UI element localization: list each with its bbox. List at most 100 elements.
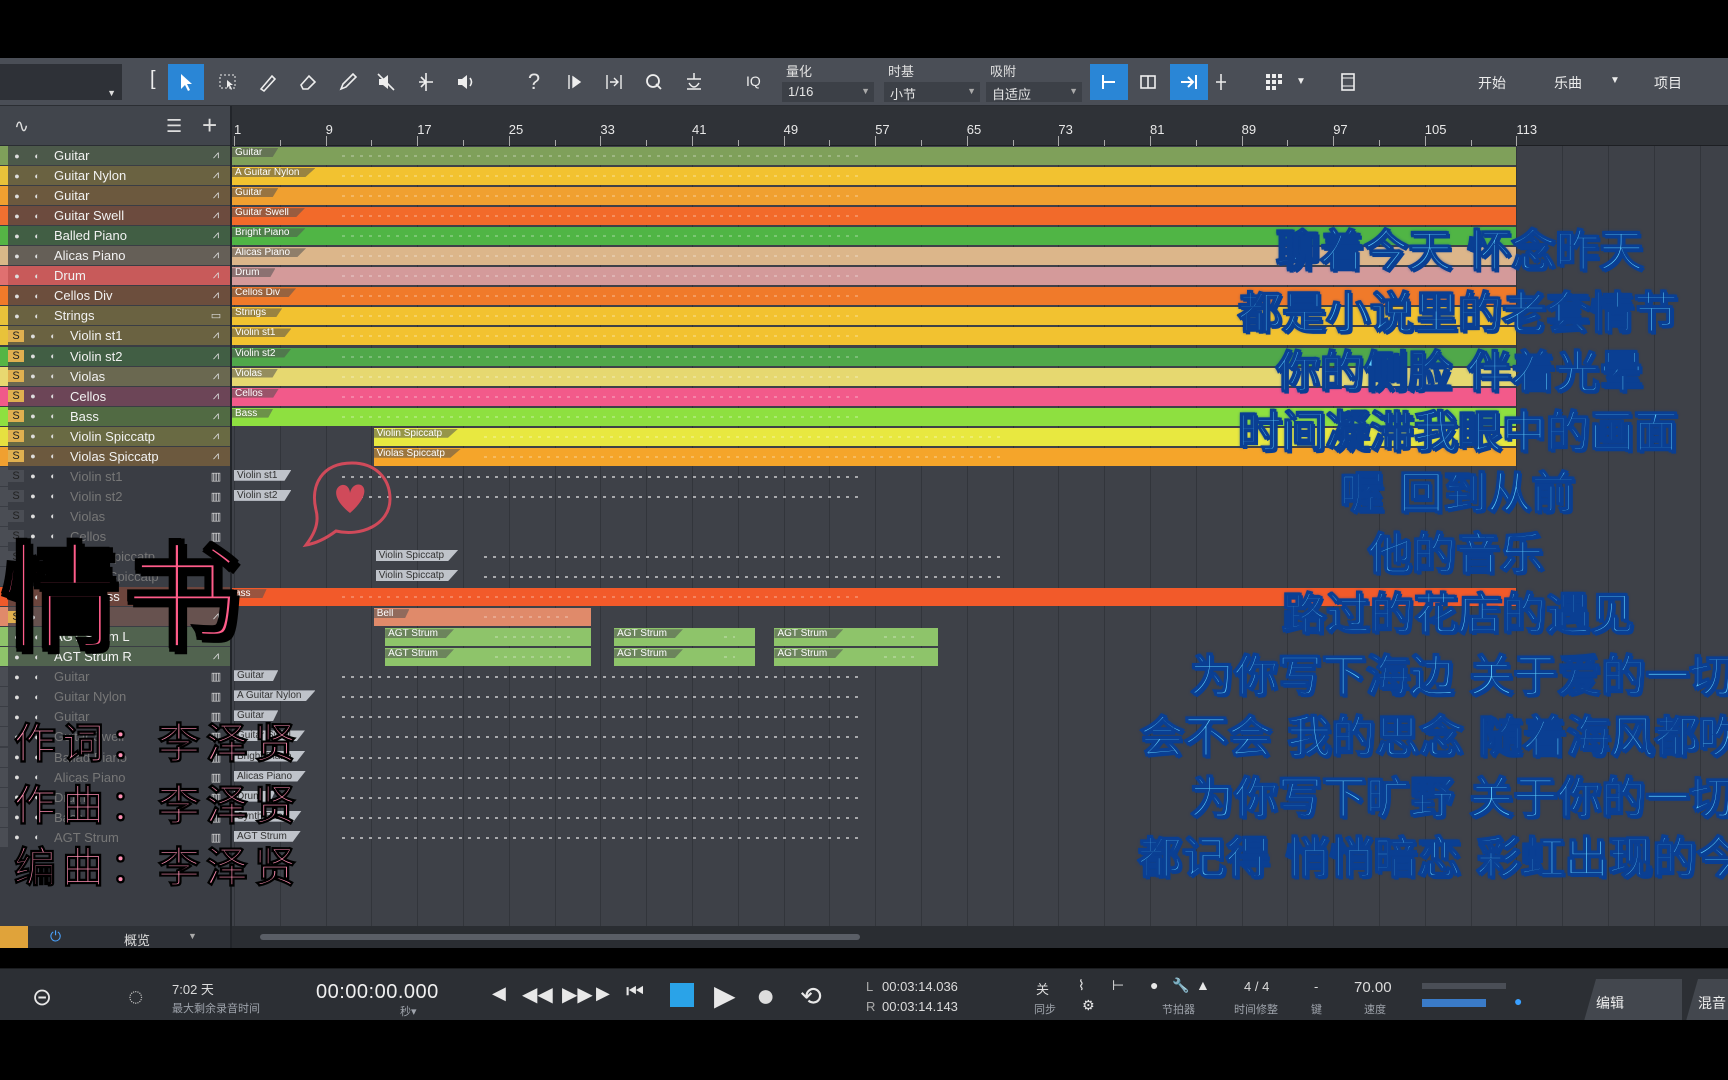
loop-icon[interactable]: ⟲ bbox=[800, 981, 822, 1012]
event-clip[interactable]: Guitar bbox=[232, 708, 910, 726]
monitor-icon[interactable]: ◐ bbox=[42, 391, 64, 401]
help-button[interactable]: ? bbox=[516, 64, 552, 100]
event-clip[interactable]: A Guitar Nylon bbox=[232, 167, 1517, 186]
solo-button[interactable]: S bbox=[8, 490, 24, 503]
record-arm-icon[interactable]: ● bbox=[8, 191, 26, 201]
track-header[interactable]: S ● ◐ Bass ⩘ bbox=[0, 406, 230, 426]
event-clip[interactable]: AGT Strum bbox=[774, 648, 939, 667]
event-clip[interactable]: Alicas Piano bbox=[232, 769, 910, 787]
monitor-icon[interactable]: ◐ bbox=[26, 672, 48, 682]
timeline-ruler[interactable]: 1 9 17 25 33 41 49 57 65 73 81 89 97 105 113 bbox=[232, 106, 1728, 146]
listen-tool-button[interactable] bbox=[448, 64, 484, 100]
event-clip[interactable]: AGT Strum bbox=[614, 628, 755, 647]
start-tab[interactable]: 开始 bbox=[1478, 73, 1506, 93]
track-name[interactable]: Guitar Nylon bbox=[48, 689, 202, 704]
transient-forward-button[interactable] bbox=[558, 64, 594, 100]
track-name[interactable]: Drum bbox=[48, 268, 202, 283]
record-arm-icon[interactable]: ● bbox=[8, 291, 26, 301]
chevron-down-icon[interactable]: ▼ bbox=[1296, 76, 1306, 87]
instrument-icon[interactable]: ▥ bbox=[202, 690, 230, 703]
track-header[interactable]: ● ◐ Alicas Piano ⩘ bbox=[0, 246, 230, 266]
track-name[interactable]: Violin st2 bbox=[64, 349, 202, 364]
record-button[interactable]: ● bbox=[756, 977, 775, 1014]
settings-icon[interactable]: ⚙ bbox=[1082, 997, 1095, 1014]
instrument-icon[interactable]: ⩘ bbox=[202, 329, 230, 342]
paint-tool-button[interactable] bbox=[330, 64, 366, 100]
mix-tab[interactable]: 混音 bbox=[1686, 979, 1728, 1021]
play-button[interactable]: ▶ bbox=[714, 979, 736, 1012]
monitor-icon[interactable]: ◐ bbox=[42, 471, 64, 481]
monitor-icon[interactable]: ◐ bbox=[26, 151, 48, 161]
record-arm-icon[interactable]: ● bbox=[8, 271, 26, 281]
chevron-down-icon[interactable]: ▼ bbox=[1610, 75, 1620, 86]
solo-button[interactable]: S bbox=[8, 410, 24, 423]
rewind-start-icon[interactable]: ◀ bbox=[492, 983, 506, 1004]
record-arm-icon[interactable]: ● bbox=[24, 411, 42, 421]
record-panel-icon[interactable]: ◌ bbox=[128, 981, 143, 1012]
sync-off[interactable]: 关 bbox=[1036, 979, 1049, 998]
track-header[interactable]: ● ◐ Balled Piano ⩘ bbox=[0, 226, 230, 246]
event-clip[interactable]: Bright Piano bbox=[232, 749, 910, 767]
track-name[interactable]: Alicas Piano bbox=[48, 248, 202, 263]
key-value[interactable]: - bbox=[1314, 979, 1318, 994]
track-name[interactable]: Cellos bbox=[64, 389, 202, 404]
track-name[interactable]: Balled Piano bbox=[48, 228, 202, 243]
monitor-icon[interactable]: ◐ bbox=[26, 692, 48, 702]
instrument-icon[interactable]: ⩘ bbox=[202, 269, 230, 282]
track-header[interactable]: S ● ◐ Cellos ⩘ bbox=[0, 386, 230, 406]
monitor-icon[interactable]: ◐ bbox=[26, 311, 48, 321]
snap-events-button[interactable] bbox=[1130, 64, 1166, 100]
solo-button[interactable]: S bbox=[8, 390, 24, 403]
power-icon[interactable]: ⏻ bbox=[50, 928, 61, 945]
time-unit-select[interactable]: 秒▾ bbox=[400, 1003, 417, 1019]
track-header[interactable]: S ● ◐ Violin st2 ▥ bbox=[0, 486, 230, 506]
solo-button[interactable]: S bbox=[8, 470, 24, 483]
instrument-icon[interactable]: ⩘ bbox=[202, 209, 230, 222]
time-display[interactable]: 00:00:00.000 bbox=[316, 981, 439, 1004]
split-tool-button[interactable] bbox=[250, 64, 286, 100]
instrument-icon[interactable]: ▥ bbox=[202, 470, 230, 483]
record-arm-icon[interactable]: ● bbox=[8, 672, 26, 682]
video-button[interactable] bbox=[1330, 64, 1366, 100]
solo-button[interactable]: S bbox=[8, 329, 24, 342]
project-tab[interactable]: 项目 bbox=[1654, 73, 1682, 93]
track-view-dropdown[interactable]: ▼ bbox=[0, 64, 122, 100]
track-name[interactable]: Violin st1 bbox=[64, 328, 202, 343]
instrument-icon[interactable]: ⩘ bbox=[202, 189, 230, 202]
quantize-select[interactable]: 1/16 ▼ bbox=[782, 82, 874, 102]
track-name[interactable]: Guitar Nylon bbox=[48, 168, 202, 183]
track-header[interactable]: ● ◐ Guitar Nylon ▥ bbox=[0, 687, 230, 707]
track-header[interactable]: S ● ◐ Violas ⩘ bbox=[0, 366, 230, 386]
mute-tool-button[interactable] bbox=[368, 64, 404, 100]
record-arm-icon[interactable]: ● bbox=[24, 371, 42, 381]
instrument-icon[interactable]: ⩘ bbox=[202, 289, 230, 302]
fast-forward-icon[interactable]: ▶▶ bbox=[562, 982, 593, 1007]
metronome-icon[interactable]: ▲ bbox=[1196, 977, 1210, 993]
event-clip[interactable]: AGT Strum bbox=[232, 829, 910, 847]
snap-cursor-button[interactable] bbox=[1170, 64, 1208, 100]
list-icon[interactable]: ☰ bbox=[166, 116, 182, 137]
snap-to-grid-button[interactable] bbox=[1090, 64, 1128, 100]
edit-tab[interactable]: 编辑 bbox=[1584, 979, 1682, 1021]
event-clip[interactable]: Guitar Swell bbox=[232, 728, 910, 746]
track-name[interactable]: Guitar bbox=[48, 188, 202, 203]
metronome-dot-icon[interactable]: ● bbox=[1150, 977, 1158, 993]
track-header[interactable]: ● ◐ Cellos Div ⩘ bbox=[0, 286, 230, 306]
monitor-icon[interactable]: ◐ bbox=[26, 171, 48, 181]
instrument-icon[interactable]: ⩘ bbox=[202, 370, 230, 383]
monitor-icon[interactable]: ◐ bbox=[26, 231, 48, 241]
instrument-icon[interactable]: ▥ bbox=[202, 490, 230, 503]
record-arm-icon[interactable]: ● bbox=[24, 331, 42, 341]
track-name[interactable]: Strings bbox=[48, 308, 202, 323]
track-header[interactable]: ● ◐ Guitar Swell ⩘ bbox=[0, 206, 230, 226]
event-clip[interactable]: Drum bbox=[232, 789, 910, 807]
event-clip[interactable]: Violin st2 bbox=[232, 488, 1516, 506]
track-header[interactable]: S ● ◐ Violin st1 ▥ bbox=[0, 466, 230, 486]
record-arm-icon[interactable]: ● bbox=[8, 692, 26, 702]
event-clip[interactable]: Violin Spiccatp bbox=[374, 548, 1517, 566]
record-arm-icon[interactable]: ● bbox=[24, 391, 42, 401]
grid-view-button[interactable] bbox=[1256, 64, 1292, 100]
solo-button[interactable]: S bbox=[8, 350, 24, 362]
split-cursor-button[interactable] bbox=[1208, 64, 1234, 100]
track-header[interactable]: ● ◐ Strings ▭ bbox=[0, 306, 230, 326]
